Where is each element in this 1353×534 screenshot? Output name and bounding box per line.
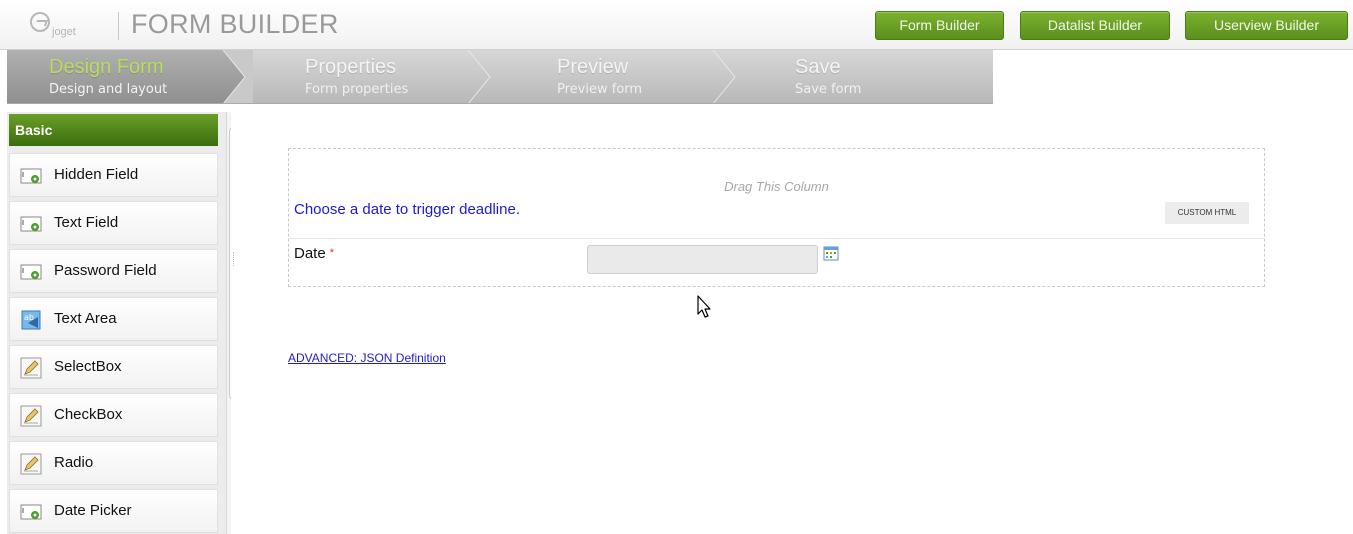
palette-item-date-picker[interactable]: Date Picker bbox=[9, 489, 218, 533]
form-builder-button[interactable]: Form Builder bbox=[875, 11, 1004, 40]
datalist-builder-button[interactable]: Datalist Builder bbox=[1020, 11, 1170, 40]
edit-icon bbox=[20, 405, 42, 427]
palette-item-label: Date Picker bbox=[54, 502, 132, 519]
step-subtitle: Design and layout bbox=[49, 82, 168, 97]
step-chevron bbox=[468, 50, 491, 103]
palette-item-hidden-field[interactable]: Hidden Field bbox=[9, 153, 218, 197]
field-icon bbox=[20, 168, 42, 184]
palette-item-label: Radio bbox=[54, 454, 94, 471]
step-title: Design Form bbox=[49, 56, 164, 78]
date-field-label: Date * bbox=[294, 245, 334, 262]
palette-item-password-field[interactable]: Password Field bbox=[9, 249, 218, 293]
builder-steps: Design Form Design and layout Properties… bbox=[7, 50, 993, 104]
step-title: Preview bbox=[557, 56, 629, 78]
field-icon bbox=[20, 264, 42, 280]
step-subtitle: Save form bbox=[795, 82, 862, 97]
joget-logo: joget bbox=[30, 12, 110, 42]
mouse-pointer-icon bbox=[697, 295, 711, 318]
step-properties[interactable]: Properties Form properties bbox=[252, 50, 497, 103]
custom-html-element[interactable]: Choose a date to trigger deadline. CUSTO… bbox=[289, 201, 1264, 239]
palette-item-label: Text Area bbox=[54, 310, 117, 327]
userview-builder-button[interactable]: Userview Builder bbox=[1185, 11, 1348, 40]
palette-item-label: CheckBox bbox=[54, 406, 123, 423]
field-icon bbox=[20, 216, 42, 232]
calendar-icon[interactable] bbox=[823, 245, 839, 261]
palette-item-selectbox[interactable]: SelectBox bbox=[9, 345, 218, 389]
json-definition-link[interactable]: ADVANCED: JSON Definition bbox=[288, 351, 446, 365]
drag-column-handle[interactable]: Drag This Column bbox=[289, 179, 1264, 194]
splitter-grip-icon bbox=[233, 252, 236, 266]
field-icon bbox=[20, 504, 42, 520]
required-marker: * bbox=[329, 247, 334, 259]
date-label-text: Date bbox=[294, 245, 326, 262]
palette-item-text-area[interactable]: ab Text Area bbox=[9, 297, 218, 341]
step-save[interactable]: Save Save form bbox=[742, 50, 993, 103]
palette-item-label: Hidden Field bbox=[54, 166, 139, 183]
header-divider bbox=[118, 12, 119, 40]
element-palette: Basic Hidden Field Text Field Password F… bbox=[7, 112, 232, 534]
palette-section-basic[interactable]: Basic bbox=[9, 114, 218, 146]
step-chevron bbox=[713, 50, 736, 103]
step-title: Save bbox=[795, 56, 841, 78]
palette-item-label: SelectBox bbox=[54, 358, 122, 375]
edit-icon bbox=[20, 453, 42, 475]
textarea-icon: ab bbox=[21, 310, 41, 330]
form-canvas: Drag This Column Choose a date to trigge… bbox=[243, 112, 1353, 534]
panel-splitter[interactable] bbox=[231, 112, 243, 534]
custom-html-text: Choose a date to trigger deadline. bbox=[294, 201, 520, 218]
page-title: FORM BUILDER bbox=[131, 9, 339, 39]
palette-item-radio[interactable]: Radio bbox=[9, 441, 218, 485]
date-input[interactable] bbox=[587, 245, 818, 274]
custom-html-badge: CUSTOM HTML bbox=[1165, 202, 1249, 224]
step-subtitle: Preview form bbox=[557, 82, 643, 97]
palette-item-label: Text Field bbox=[54, 214, 119, 231]
palette-item-label: Password Field bbox=[54, 262, 157, 279]
date-field-element[interactable]: Date * bbox=[289, 241, 1264, 285]
top-header: joget FORM BUILDER Form Builder Datalist… bbox=[0, 0, 1353, 50]
step-design-form[interactable]: Design Form Design and layout bbox=[7, 50, 253, 103]
step-subtitle: Form properties bbox=[305, 82, 409, 97]
palette-item-checkbox[interactable]: CheckBox bbox=[9, 393, 218, 437]
step-chevron bbox=[223, 50, 253, 103]
logo-text: joget bbox=[52, 26, 76, 38]
form-section[interactable]: Drag This Column Choose a date to trigge… bbox=[288, 148, 1265, 287]
joget-logo-icon bbox=[30, 12, 50, 32]
step-title: Properties bbox=[305, 56, 397, 78]
step-preview[interactable]: Preview Preview form bbox=[497, 50, 742, 103]
palette-item-text-field[interactable]: Text Field bbox=[9, 201, 218, 245]
edit-icon bbox=[20, 357, 42, 379]
